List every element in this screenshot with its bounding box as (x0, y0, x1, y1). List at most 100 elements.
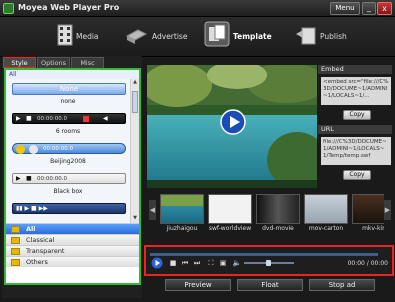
thumbnail-item[interactable]: swf-worldview (208, 194, 252, 232)
media-thumbnails: ◀ jiuzhaigou swf-worldview dvd-movie mov… (147, 192, 393, 242)
category-classical[interactable]: Classical (6, 234, 139, 245)
tab-style[interactable]: Style (3, 57, 36, 68)
folder-icon (11, 237, 20, 244)
video-preview[interactable] (147, 65, 317, 188)
menu-button[interactable]: Menu (330, 2, 360, 15)
template-item-beijing2008[interactable]: 00:00:00.0 Beijing2008 (8, 143, 128, 169)
main-toolbar: Media Advertise Template Publish (0, 17, 395, 57)
url-copy-button[interactable]: Copy (343, 170, 371, 180)
template-time: 00:00:00.0 (37, 116, 67, 122)
toolbar-media-label: Media (76, 32, 99, 41)
template-time: 00:00:00.0 (37, 176, 67, 182)
play-icon: ▮▮ ▶ ■ ▶▶ (16, 205, 48, 212)
volume-icon[interactable]: 🔈 (232, 258, 242, 268)
thumbnail-image (352, 194, 384, 224)
toolbar-advertise[interactable]: Advertise (122, 17, 202, 57)
thumbnail-item[interactable]: dvd-movie (256, 194, 300, 232)
template-preview: ▮▮ ▶ ■ ▶▶ (12, 203, 126, 214)
category-others[interactable]: Others (6, 256, 139, 267)
volume-icon: ◀ (103, 115, 108, 122)
category-all[interactable]: All (6, 223, 139, 234)
preview-button[interactable]: Preview (165, 279, 231, 291)
category-label: Transparent (26, 247, 65, 255)
previous-icon[interactable]: ⏮ (180, 258, 190, 268)
scroll-up-icon[interactable]: ▲ (132, 79, 138, 86)
title-bar: Moyea Web Player Pro Menu _ x (0, 0, 395, 17)
thumbnail-label: swf-worldview (208, 225, 252, 232)
tab-options[interactable]: Options (37, 57, 70, 68)
fullscreen-icon[interactable]: ⛶ (206, 258, 216, 268)
list-header: All (6, 70, 139, 79)
stop-icon: ■ (26, 175, 32, 182)
play-icon[interactable] (151, 257, 163, 269)
embed-code-box[interactable]: <embed src="file:///C%3D/DOCUME~1/ADMINI… (321, 77, 391, 105)
thumbs-scroll-right-icon[interactable]: ▶ (384, 200, 391, 220)
thumbnail-image (256, 194, 300, 224)
thumbnail-label: dvd-movie (262, 225, 294, 232)
template-item-6rooms[interactable]: ▶ ■ 00:00:00.0 ◀ 6 rooms (8, 113, 128, 139)
app-title: Moyea Web Player Pro (18, 3, 120, 12)
toolbar-template[interactable]: Template (202, 17, 282, 57)
float-button[interactable]: Float (237, 279, 303, 291)
close-button[interactable]: x (377, 2, 392, 15)
template-preview: ▶ ■ 00:00:00.0 ◀ (12, 113, 126, 124)
publish-icon (296, 27, 316, 45)
template-name: none (60, 98, 76, 105)
thumbnail-item[interactable]: mov-carton (304, 194, 348, 232)
stop-ad-button[interactable]: Stop ad (309, 279, 375, 291)
toolbar-publish[interactable]: Publish (292, 17, 362, 57)
template-preview: 00:00:00.0 (12, 143, 126, 154)
template-preview: None (12, 83, 126, 95)
toolbar-publish-label: Publish (320, 32, 347, 41)
next-icon[interactable]: ⏭ (192, 258, 202, 268)
toolbar-media[interactable]: Media (50, 17, 120, 57)
template-list: All None none ▶ ■ 00:00:00.0 ◀ 6 rooms 0… (4, 68, 141, 285)
thumbnail-label: mov-carton (308, 225, 344, 232)
category-label: All (26, 225, 36, 233)
scroll-down-icon[interactable]: ▼ (132, 215, 138, 222)
thumbnail-item[interactable]: mkv-kin (352, 194, 384, 230)
volume-slider-knob[interactable] (266, 260, 271, 266)
app-logo-icon (3, 3, 14, 14)
stop-icon[interactable]: ■ (168, 258, 178, 268)
stop-icon (29, 145, 38, 154)
stop-icon: ■ (26, 115, 32, 122)
thumbnail-image (304, 194, 348, 224)
template-name: 6 rooms (55, 128, 81, 135)
toolbar-advertise-label: Advertise (152, 32, 188, 41)
template-item-none[interactable]: None none (8, 83, 128, 109)
url-code-box[interactable]: file:///C%3D/DOCUME~1/ADMINI~1/LOCALS~1/… (321, 137, 391, 165)
template-preview: ▶ ■ 00:00:00.0 (12, 173, 126, 184)
template-name: Black box (53, 188, 83, 195)
seek-bar[interactable] (150, 253, 378, 256)
template-name: Beijing2008 (50, 158, 86, 165)
thumbnail-item[interactable]: jiuzhaigou (160, 194, 204, 232)
bottom-action-bar: Preview Float Stop ad (147, 279, 393, 293)
category-transparent[interactable]: Transparent (6, 245, 139, 256)
settings-icon[interactable]: ▣ (218, 258, 228, 268)
code-panel: Embed <embed src="file:///C%3D/DOCUME~1/… (318, 63, 395, 185)
url-title: URL (318, 125, 392, 134)
folder-icon (11, 226, 20, 233)
megaphone-icon (125, 29, 148, 44)
thumbnail-label: jiuzhaigou (166, 225, 198, 232)
category-label: Others (26, 258, 48, 266)
minimize-button[interactable]: _ (362, 2, 376, 15)
template-scrollbar[interactable]: ▲ ▼ (130, 79, 139, 223)
template-item-blackbox[interactable]: ▶ ■ 00:00:00.0 Black box (8, 173, 128, 199)
tab-misc[interactable]: Misc (71, 57, 104, 68)
thumbs-scroll-left-icon[interactable]: ◀ (149, 200, 156, 220)
scroll-thumb[interactable] (132, 91, 138, 113)
category-list: All Classical Transparent Others (6, 223, 139, 283)
category-label: Classical (26, 236, 55, 244)
player-timecode: 00:00 / 00:00 (347, 260, 388, 267)
play-overlay-icon[interactable] (220, 109, 246, 135)
thumbnail-image (208, 194, 252, 224)
template-item-blue[interactable]: ▮▮ ▶ ■ ▶▶ (8, 203, 128, 217)
play-icon (16, 145, 25, 154)
template-scroll-area: None none ▶ ■ 00:00:00.0 ◀ 6 rooms 00:00… (6, 79, 130, 223)
embed-copy-button[interactable]: Copy (343, 110, 371, 120)
thumbnail-image (160, 194, 204, 224)
style-panel: Style Options Misc All None none ▶ ■ 00:… (2, 56, 142, 298)
template-time: 00:00:00.0 (43, 146, 73, 152)
